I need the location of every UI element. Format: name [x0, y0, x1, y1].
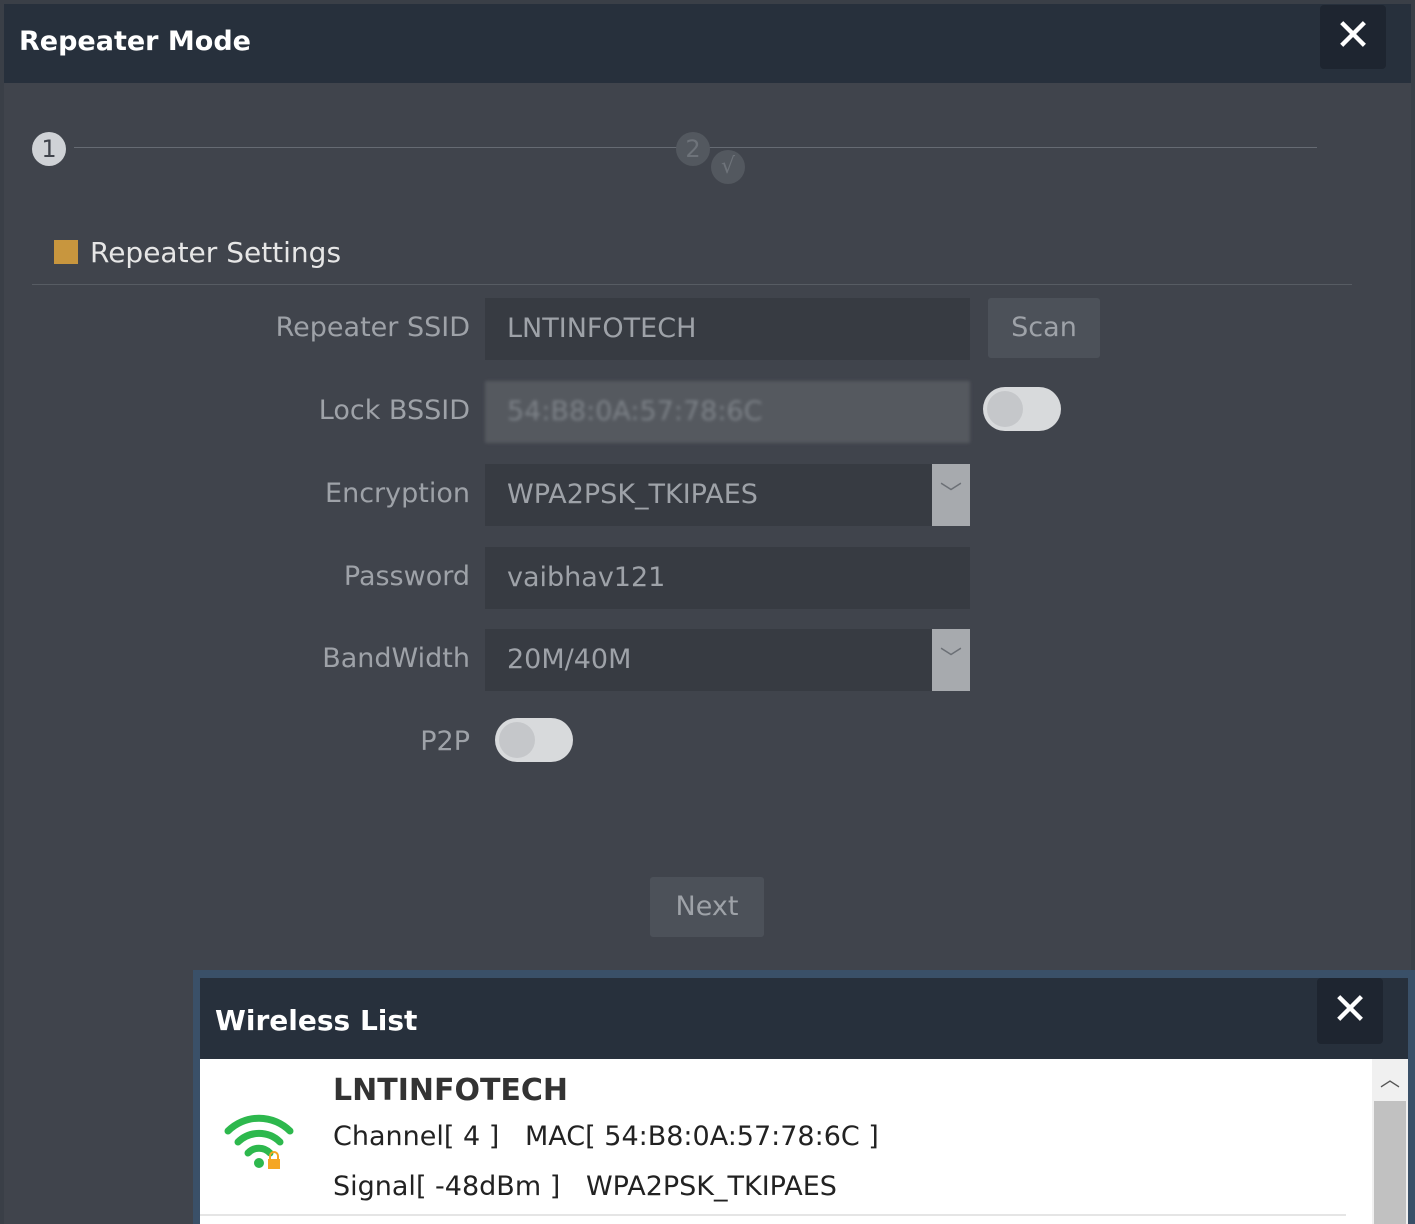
next-button[interactable]: Next	[650, 877, 764, 937]
close-icon: ✕	[1334, 10, 1372, 61]
bandwidth-select[interactable]: 20M/40M ﹀	[485, 629, 970, 691]
lock-bssid-toggle[interactable]	[983, 387, 1061, 431]
bandwidth-label: BandWidth	[322, 643, 470, 674]
wireless-list-dialog: Wireless List ✕ LNTINFOTECH Channel[ 4 ]…	[193, 970, 1415, 1224]
chevron-down-icon[interactable]: ﹀	[932, 629, 970, 691]
p2p-toggle[interactable]	[495, 718, 573, 762]
wireless-list-title: Wireless List	[215, 1004, 418, 1037]
network-signal-encryption: Signal[ -48dBm ] WPA2PSK_TKIPAES	[333, 1171, 837, 1202]
password-input[interactable]: vaibhav121	[485, 547, 970, 609]
chevron-down-icon[interactable]: ﹀	[932, 464, 970, 526]
step-1-indicator: 1	[32, 132, 66, 166]
lock-bssid-label: Lock BSSID	[318, 395, 470, 426]
toggle-knob	[987, 391, 1023, 427]
wireless-list-header: Wireless List ✕	[200, 978, 1408, 1059]
section-marker	[54, 240, 78, 264]
step-complete-check-icon: √	[711, 150, 745, 184]
network-channel-mac: Channel[ 4 ] MAC[ 54:B8:0A:57:78:6C ]	[333, 1121, 879, 1152]
encryption-select[interactable]: WPA2PSK_TKIPAES ﹀	[485, 464, 970, 526]
close-icon: ✕	[1331, 984, 1369, 1035]
encryption-label: Encryption	[325, 478, 470, 509]
wireless-list-scrollbar[interactable]: ︿	[1372, 1059, 1408, 1224]
section-divider	[32, 284, 1352, 285]
section-title: Repeater Settings	[90, 235, 342, 269]
wifi-locked-icon	[224, 1114, 294, 1169]
toggle-knob	[499, 722, 535, 758]
close-wireless-list-button[interactable]: ✕	[1317, 978, 1383, 1044]
p2p-label: P2P	[420, 726, 470, 757]
wireless-network-item[interactable]: LNTINFOTECH Channel[ 4 ] MAC[ 54:B8:0A:5…	[200, 1059, 1346, 1216]
close-dialog-button[interactable]: ✕	[1320, 5, 1386, 69]
dialog-header: Repeater Mode ✕	[4, 4, 1411, 83]
repeater-ssid-label: Repeater SSID	[275, 312, 470, 343]
lock-bssid-input: 54:B8:0A:57:78:6C	[485, 381, 970, 443]
repeater-ssid-input[interactable]: LNTINFOTECH	[485, 298, 970, 360]
section-header: Repeater Settings	[54, 232, 341, 272]
password-label: Password	[343, 561, 470, 592]
step-2-indicator: 2	[676, 132, 710, 166]
scan-button[interactable]: Scan	[988, 298, 1100, 358]
dialog-title: Repeater Mode	[19, 26, 251, 57]
wireless-list-body: LNTINFOTECH Channel[ 4 ] MAC[ 54:B8:0A:5…	[200, 1059, 1408, 1224]
network-ssid: LNTINFOTECH	[333, 1073, 569, 1108]
chevron-up-icon[interactable]: ︿	[1372, 1059, 1408, 1099]
scrollbar-thumb[interactable]	[1374, 1101, 1406, 1224]
encryption-value: WPA2PSK_TKIPAES	[507, 479, 758, 510]
bandwidth-value: 20M/40M	[507, 644, 632, 675]
